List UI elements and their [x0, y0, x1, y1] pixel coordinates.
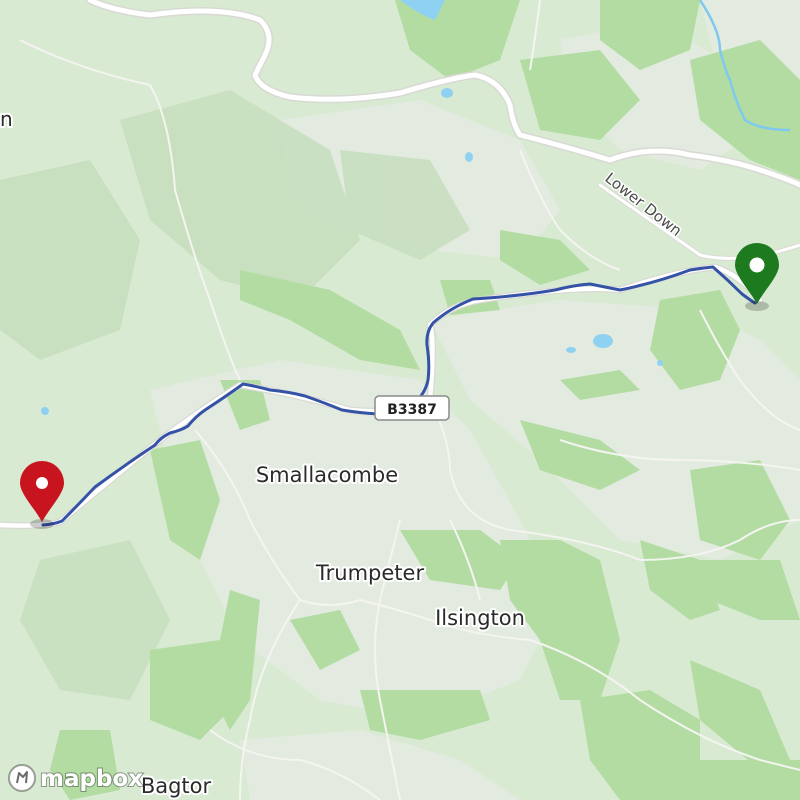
map-canvas[interactable]: n Smallacombe Trumpeter Ilsington Bagtor…: [0, 0, 800, 800]
place-label-n: n: [0, 107, 13, 131]
place-label-smallacombe: Smallacombe: [256, 463, 398, 487]
place-label-trumpeter: Trumpeter: [315, 561, 425, 585]
mapbox-logo-text: mapbox: [40, 766, 143, 792]
road-shield-b3387: B3387: [374, 395, 450, 421]
place-label-bagtor: Bagtor: [141, 774, 212, 798]
place-label-ilsington: Ilsington: [435, 606, 525, 630]
road-shield-label: B3387: [387, 402, 437, 418]
mapbox-logo-icon: [8, 764, 36, 792]
mapbox-logo[interactable]: mapbox: [8, 764, 144, 793]
